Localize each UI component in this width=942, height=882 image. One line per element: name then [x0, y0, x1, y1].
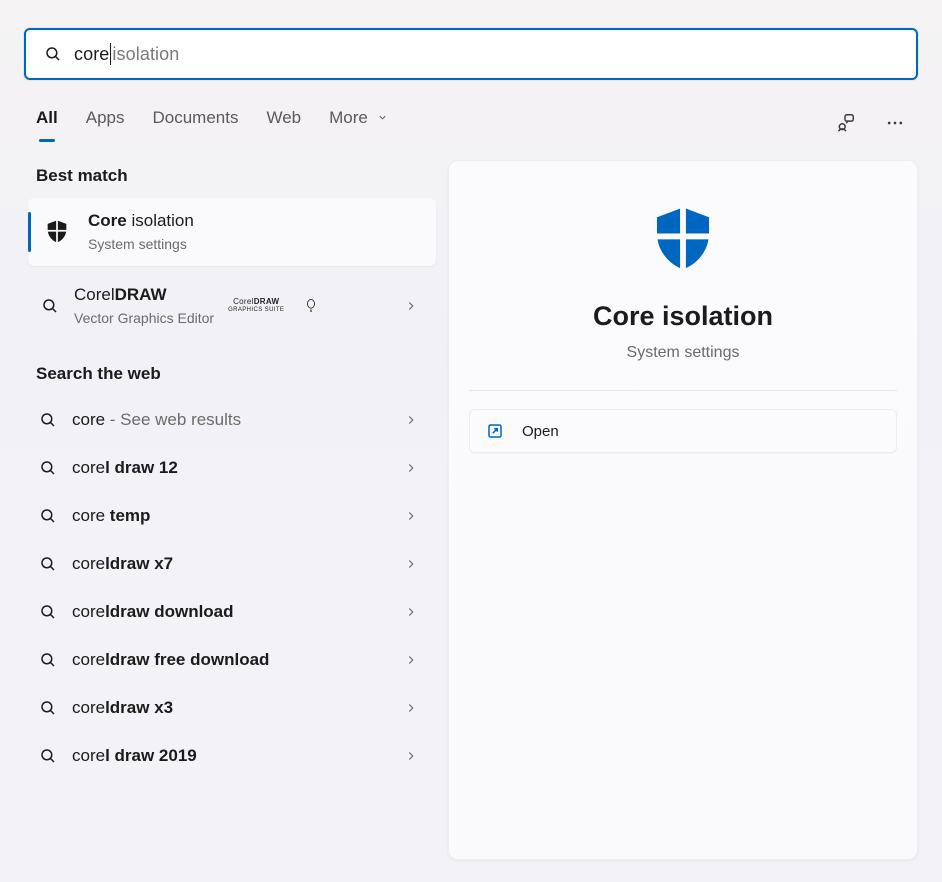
web-result[interactable]: coreldraw download [28, 588, 436, 636]
tab-apps[interactable]: Apps [86, 106, 125, 140]
section-header-best-match: Best match [36, 160, 436, 198]
search-icon [40, 296, 60, 316]
shield-icon [40, 215, 74, 249]
web-result-title: core - See web results [72, 410, 241, 430]
web-result[interactable]: coreldraw x7 [28, 540, 436, 588]
filter-tabs: All Apps Documents Web More [36, 106, 388, 140]
chevron-down-icon [377, 112, 388, 123]
preview-title: Core isolation [593, 301, 773, 332]
web-result[interactable]: coreldraw x3 [28, 684, 436, 732]
preview-subtitle: System settings [627, 344, 740, 362]
search-icon [38, 650, 58, 670]
chevron-right-icon [404, 605, 424, 619]
search-icon [38, 506, 58, 526]
web-result-title: corel draw 12 [72, 458, 178, 478]
web-result-title: coreldraw x7 [72, 554, 173, 574]
web-result-title: coreldraw download [72, 602, 234, 622]
web-result-title: coreldraw free download [72, 650, 269, 670]
web-result-title: core temp [72, 506, 150, 526]
chevron-right-icon [404, 749, 424, 763]
tab-web[interactable]: Web [266, 106, 301, 140]
balloon-icon [306, 299, 316, 313]
tab-more[interactable]: More [329, 106, 387, 140]
search-typed-text: core [74, 44, 109, 65]
web-result[interactable]: corel draw 12 [28, 444, 436, 492]
chevron-right-icon [404, 701, 424, 715]
chevron-right-icon [404, 509, 424, 523]
web-result[interactable]: coreldraw free download [28, 636, 436, 684]
shield-icon [644, 201, 722, 279]
search-icon [38, 698, 58, 718]
more-options-icon[interactable] [884, 112, 906, 134]
preview-panel: Core isolation System settings Open [448, 160, 918, 860]
open-external-icon [486, 422, 504, 440]
chevron-right-icon [404, 461, 424, 475]
section-header-web: Search the web [36, 358, 436, 396]
best-match-subtitle: System settings [88, 235, 194, 254]
search-autocomplete-ghost: isolation [112, 44, 179, 65]
results-column: Best match Core isolation System setting… [24, 160, 436, 860]
chevron-right-icon [404, 413, 424, 427]
filter-tabs-row: All Apps Documents Web More [24, 104, 918, 142]
search-box[interactable]: core isolation [24, 28, 918, 80]
app-result-title: CorelDRAW [74, 284, 214, 307]
tab-documents[interactable]: Documents [152, 106, 238, 140]
feedback-icon[interactable] [834, 112, 856, 134]
web-result-title: corel draw 2019 [72, 746, 197, 766]
tab-more-label: More [329, 108, 368, 127]
divider [469, 390, 897, 391]
search-icon [38, 746, 58, 766]
web-result[interactable]: corel draw 2019 [28, 732, 436, 780]
open-action-label: Open [522, 423, 559, 440]
search-input[interactable]: core isolation [62, 43, 179, 65]
web-result-title: coreldraw x3 [72, 698, 173, 718]
search-icon [38, 410, 58, 430]
coreldraw-logo: CorelDRAW GRAPHICS SUITE [228, 298, 316, 313]
app-result-coreldraw[interactable]: CorelDRAW Vector Graphics Editor CorelDR… [28, 272, 436, 340]
best-match-title: Core isolation [88, 210, 194, 233]
app-result-subtitle: Vector Graphics Editor [74, 309, 214, 328]
search-icon [38, 458, 58, 478]
web-result[interactable]: core temp [28, 492, 436, 540]
chevron-right-icon [404, 653, 424, 667]
text-caret [110, 43, 111, 65]
chevron-right-icon [404, 557, 424, 571]
chevron-right-icon [404, 299, 424, 313]
search-icon [44, 45, 62, 63]
web-result[interactable]: core - See web results [28, 396, 436, 444]
tab-all[interactable]: All [36, 106, 58, 140]
search-icon [38, 602, 58, 622]
best-match-result[interactable]: Core isolation System settings [28, 198, 436, 266]
open-action[interactable]: Open [469, 409, 897, 453]
search-icon [38, 554, 58, 574]
